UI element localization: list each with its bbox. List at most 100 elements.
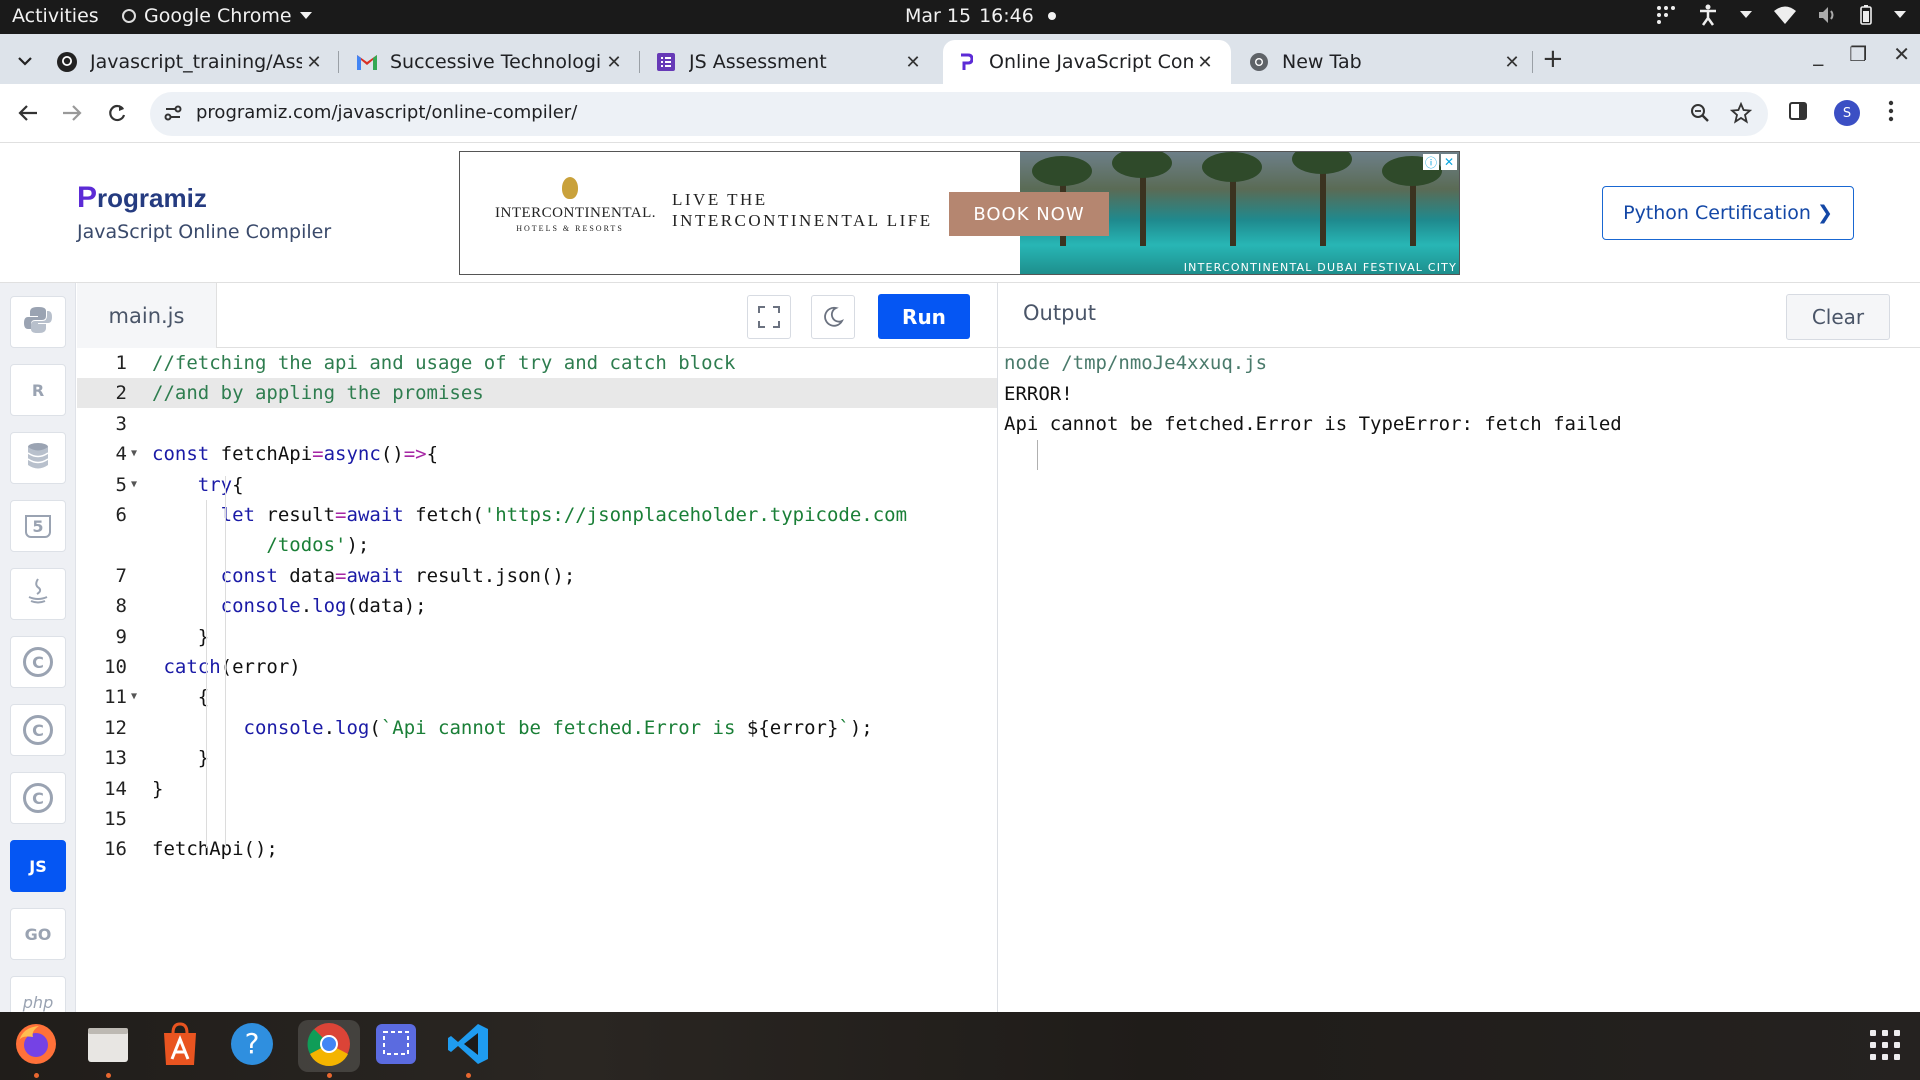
code-token: await [346, 564, 404, 587]
system-tray[interactable] [1656, 4, 1906, 26]
code-line[interactable]: 3 [77, 409, 997, 439]
forward-button[interactable] [58, 99, 86, 127]
code-token: `Api cannot be fetched.Error is [380, 716, 747, 739]
dark-mode-button[interactable] [811, 295, 855, 339]
code-text: console.log(`Api cannot be fetched.Error… [152, 713, 873, 743]
dock-screenshot[interactable] [370, 1020, 422, 1072]
language-html[interactable]: 5 [10, 500, 66, 552]
line-number: 8 [115, 595, 127, 618]
ad-close-icon[interactable]: ✕ [1441, 154, 1457, 170]
code-line[interactable]: 9 } [77, 622, 997, 652]
code-line[interactable]: 13 } [77, 743, 997, 773]
back-button[interactable] [14, 99, 42, 127]
code-line[interactable]: 14} [77, 774, 997, 804]
close-tab-icon[interactable]: ✕ [901, 52, 925, 73]
activities-button[interactable]: Activities [12, 5, 99, 27]
code-line[interactable]: 16 fetchApi(); [77, 834, 997, 864]
code-token: = [335, 504, 347, 526]
code-line[interactable]: 1 //fetching the api and usage of try and… [77, 348, 997, 378]
ad-banner[interactable]: INTERCONTINENTAL. HOTELS & RESORTS LIVE … [459, 151, 1460, 275]
code-line[interactable]: 12 console.log(`Api cannot be fetched.Er… [77, 713, 997, 743]
code-token: catch [163, 656, 221, 678]
tab-online-compiler[interactable]: Online JavaScript Compi ✕ [943, 40, 1231, 84]
python-certification-button[interactable]: Python Certification ❯ [1602, 186, 1854, 240]
minimize-icon[interactable]: _ [1813, 42, 1823, 66]
tab-js-assessment[interactable]: JS Assessment ✕ [655, 40, 925, 84]
language-csharp[interactable]: C [10, 772, 66, 824]
code-line[interactable]: /todos'); [77, 530, 997, 560]
url-text: programiz.com/javascript/online-compiler… [196, 102, 578, 123]
reload-icon [109, 104, 126, 122]
programiz-icon [955, 51, 977, 73]
language-c[interactable]: C [10, 636, 66, 688]
tab-title: Online JavaScript Compi [989, 51, 1193, 73]
ad-info-icon[interactable]: ⓘ [1423, 154, 1439, 170]
tab-new-tab[interactable]: New Tab ✕ [1248, 40, 1524, 84]
dock-firefox[interactable] [10, 1020, 62, 1078]
book-now-button[interactable]: BOOK NOW [949, 192, 1109, 236]
tab-github[interactable]: Javascript_training/Assig ✕ [56, 40, 326, 84]
run-button[interactable]: Run [878, 294, 970, 339]
fullscreen-button[interactable] [747, 295, 791, 339]
language-r[interactable]: R [10, 364, 66, 416]
dock-help[interactable]: ? [226, 1020, 278, 1072]
tab-search-button[interactable] [10, 46, 40, 76]
reload-button[interactable] [103, 99, 131, 127]
code-line[interactable]: 4 ▼ const fetchApi=async()=>{ [77, 439, 997, 469]
code-text: try{ [152, 470, 244, 500]
zoom-icon[interactable] [1690, 103, 1710, 127]
language-sidebar: R 5 C C C JS GO php [0, 283, 76, 1028]
app-menu[interactable]: Google Chrome [122, 5, 312, 27]
language-cpp[interactable]: C [10, 704, 66, 756]
restore-icon[interactable]: ❐ [1849, 42, 1867, 66]
file-tab-main-js[interactable]: main.js [77, 283, 217, 348]
programiz-logo[interactable]: Programiz [77, 181, 207, 215]
code-line[interactable]: 6 let result=await fetch('https://jsonpl… [77, 500, 997, 530]
close-tab-icon[interactable]: ✕ [1500, 52, 1524, 73]
logo-p: P [77, 181, 98, 214]
new-tab-button[interactable]: + [1542, 44, 1564, 74]
close-window-icon[interactable]: ✕ [1893, 42, 1910, 66]
language-sql[interactable] [10, 432, 66, 484]
profile-avatar[interactable]: S [1834, 100, 1860, 126]
language-javascript[interactable]: JS [10, 840, 66, 892]
dock-vscode[interactable] [442, 1020, 494, 1078]
fold-arrow-icon[interactable]: ▼ [131, 682, 137, 712]
language-java[interactable] [10, 568, 66, 620]
clear-button[interactable]: Clear [1786, 294, 1890, 340]
code-editor[interactable]: 1 //fetching the api and usage of try and… [77, 348, 997, 1012]
volume-icon [1819, 7, 1834, 23]
output-console[interactable]: node /tmp/nmoJe4xxuq.js ERROR! Api cannot … [998, 348, 1920, 1012]
code-line[interactable]: 2 //and by appling the promises [77, 378, 997, 409]
code-line[interactable]: 10 catch(error) [77, 652, 997, 682]
r-icon: R [31, 380, 45, 400]
clock[interactable]: Mar 15 16:46 [905, 5, 1056, 27]
code-token: ); [346, 534, 370, 557]
side-panel-icon[interactable] [1788, 101, 1808, 125]
dock-chrome[interactable] [298, 1020, 360, 1078]
ad-choices[interactable]: ⓘ ✕ [1423, 154, 1457, 170]
dock-files[interactable] [82, 1020, 134, 1078]
code-line[interactable]: 11 ▼ { [77, 682, 997, 712]
tab-gmail[interactable]: Successive Technologies ✕ [356, 40, 626, 84]
language-python[interactable] [10, 296, 66, 348]
site-info-icon[interactable] [164, 104, 182, 126]
close-tab-icon[interactable]: ✕ [302, 52, 326, 73]
fold-arrow-icon[interactable]: ▼ [131, 439, 137, 469]
fold-arrow-icon[interactable]: ▼ [131, 470, 137, 500]
show-apps-icon[interactable] [1870, 1030, 1900, 1060]
close-tab-icon[interactable]: ✕ [602, 52, 626, 73]
close-tab-icon[interactable]: ✕ [1193, 52, 1217, 73]
bookmark-star-icon[interactable] [1729, 101, 1753, 128]
code-line[interactable]: 5 ▼ try{ [77, 470, 997, 500]
code-line[interactable]: 8 console.log(data); [77, 591, 997, 621]
line-number: 4 [115, 443, 127, 466]
code-line[interactable]: 15 [77, 804, 997, 834]
dock-software[interactable] [154, 1020, 206, 1072]
code-line[interactable]: 7 const data=await result.json(); [77, 561, 997, 591]
kebab-menu-icon[interactable] [1888, 100, 1894, 126]
language-go[interactable]: GO [10, 908, 66, 960]
address-bar[interactable]: programiz.com/javascript/online-compiler… [150, 92, 1768, 136]
code-token: fetchApi [209, 443, 313, 466]
